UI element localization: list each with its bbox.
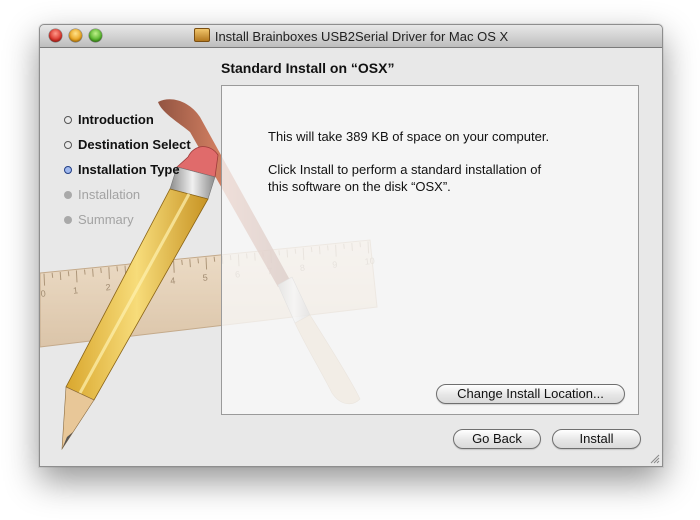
ruler-tick <box>43 273 46 286</box>
installer-window: Install Brainboxes USB2Serial Driver for… <box>39 24 663 467</box>
ruler-tick-label: 2 <box>105 282 111 292</box>
step-installation: Installation <box>64 182 191 207</box>
ruler-tick <box>165 261 167 267</box>
ruler-tick <box>148 263 151 269</box>
step-bullet-icon <box>64 140 72 149</box>
ruler-tick <box>173 260 175 273</box>
step-label: Introduction <box>78 112 154 127</box>
ruler-tick <box>156 262 159 271</box>
step-bullet-icon <box>64 115 72 124</box>
ruler-tick <box>213 256 216 262</box>
install-description-line-2: this software on the disk “OSX”. <box>268 179 451 194</box>
install-button[interactable]: Install <box>552 429 641 449</box>
step-bullet-icon <box>64 190 72 199</box>
install-description-line-1: Click Install to perform a standard inst… <box>268 162 542 177</box>
go-back-button[interactable]: Go Back <box>453 429 541 449</box>
page-heading: Standard Install on “OSX” <box>221 60 395 76</box>
ruler-tick <box>140 263 143 276</box>
ruler-tick <box>132 264 135 270</box>
step-label: Installation Type <box>78 162 180 177</box>
ruler-tick-label: 5 <box>202 272 208 282</box>
step-introduction: Introduction <box>64 107 191 132</box>
ruler-tick <box>124 265 127 274</box>
space-required-text: This will take 389 KB of space on your c… <box>268 129 550 144</box>
package-icon <box>193 28 210 42</box>
ruler-tick-label: 1 <box>73 285 79 295</box>
ruler-tick-label: 3 <box>137 279 143 289</box>
ruler-tick <box>92 268 94 277</box>
ruler-tick <box>197 258 199 264</box>
installer-steps: Introduction Destination Select Installa… <box>64 107 191 232</box>
ruler-tick <box>108 267 110 280</box>
step-destination-select: Destination Select <box>64 132 191 157</box>
ruler-tick <box>51 272 54 278</box>
step-label: Summary <box>78 212 134 227</box>
step-bullet-icon <box>64 165 72 174</box>
window-title-container: Install Brainboxes USB2Serial Driver for… <box>40 28 662 44</box>
step-installation-type: Installation Type <box>64 157 191 182</box>
ruler-tick <box>205 257 208 270</box>
step-summary: Summary <box>64 207 191 232</box>
window-title: Install Brainboxes USB2Serial Driver for… <box>214 29 509 44</box>
ruler-tick <box>116 266 118 272</box>
ruler-tick <box>67 271 70 277</box>
change-install-location-button[interactable]: Change Install Location... <box>436 384 625 404</box>
ruler-tick <box>189 259 191 268</box>
step-bullet-icon <box>64 215 72 224</box>
step-label: Installation <box>78 187 141 202</box>
step-label: Destination Select <box>78 137 191 152</box>
ruler-tick <box>181 259 183 265</box>
ruler-tick <box>100 267 102 274</box>
resize-grip-icon[interactable] <box>650 454 660 464</box>
title-bar[interactable]: Install Brainboxes USB2Serial Driver for… <box>40 25 662 48</box>
ruler-tick <box>59 271 62 281</box>
ruler-tick <box>84 269 86 275</box>
ruler-tick-label: 4 <box>170 276 176 286</box>
ruler-tick-label: 0 <box>40 288 46 298</box>
ruler-tick <box>75 270 78 283</box>
content-panel: This will take 389 KB of space on your c… <box>221 85 639 415</box>
